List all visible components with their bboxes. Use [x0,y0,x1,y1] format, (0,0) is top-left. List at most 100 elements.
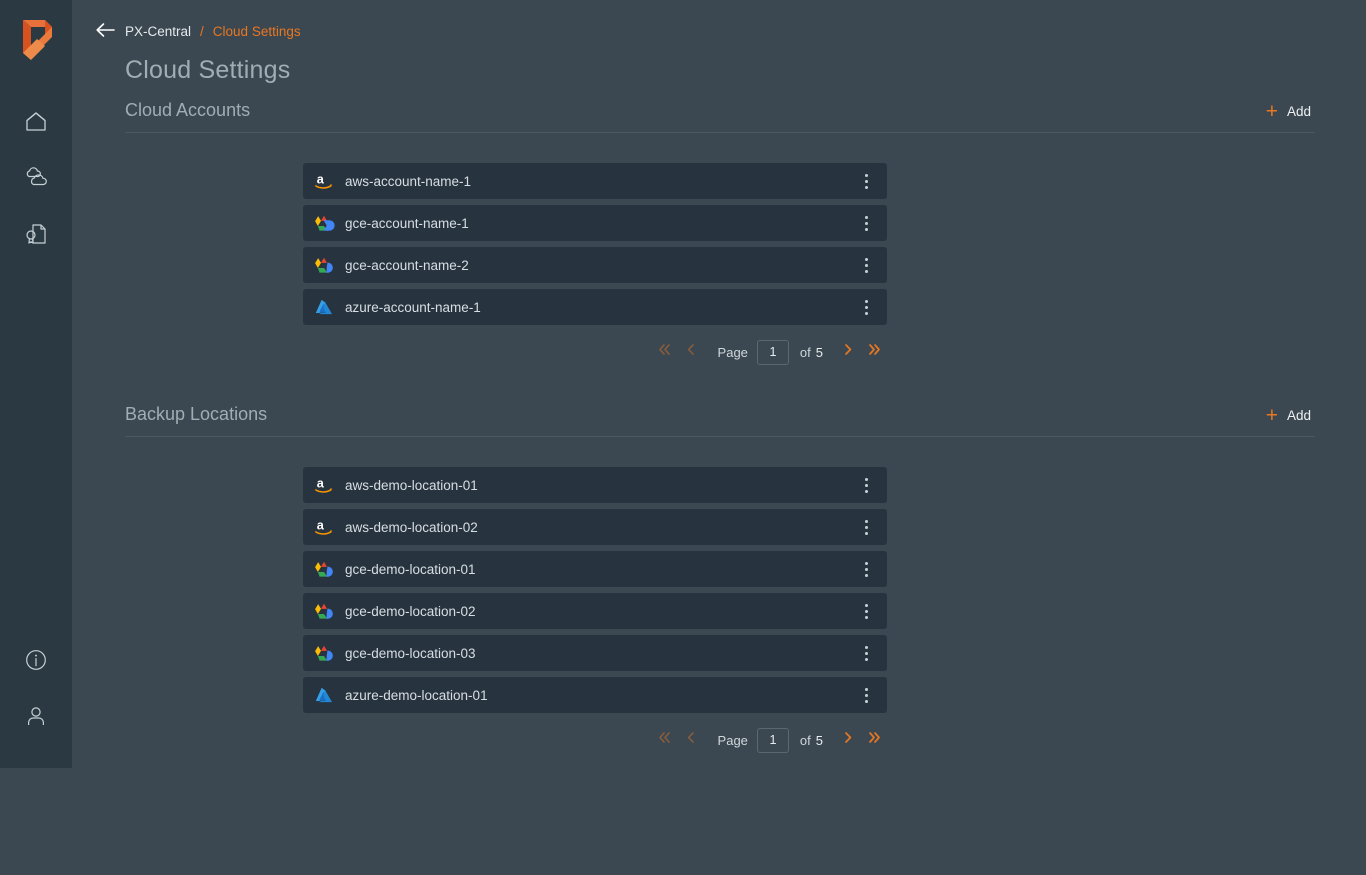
row-actions-menu-icon[interactable] [855,163,877,199]
sidebar-item-home[interactable] [0,94,72,150]
breadcrumb-root[interactable]: PX-Central [125,24,191,39]
azure-icon [303,677,345,713]
back-button[interactable] [95,22,116,41]
chevron-double-right-icon [866,730,883,750]
row-label: azure-demo-location-01 [345,688,488,703]
chevron-right-icon [842,342,855,362]
table-row[interactable]: gce-account-name-2 [303,247,887,283]
row-label: gce-demo-location-01 [345,562,476,577]
of-label: of [800,345,811,360]
gcp-icon [303,205,345,241]
user-account-icon [24,704,48,728]
total-pages: 5 [816,345,823,360]
breadcrumb-current[interactable]: Cloud Settings [213,24,301,39]
row-actions-menu-icon[interactable] [855,509,877,545]
row-label: gce-demo-location-03 [345,646,476,661]
row-actions-menu-icon[interactable] [855,551,877,587]
backup-locations-pagination: Page of 5 [303,723,887,757]
sidebar-nav-top [0,94,72,262]
backup-locations-list: a aws-demo-location-01 a aws-demo-locati… [303,467,887,719]
table-row[interactable]: gce-account-name-1 [303,205,887,241]
row-label: azure-account-name-1 [345,300,481,315]
last-page-button[interactable] [861,725,887,755]
breadcrumb-separator: / [200,24,204,39]
table-row[interactable]: gce-demo-location-03 [303,635,887,671]
row-label: aws-account-name-1 [345,174,471,189]
row-label: aws-demo-location-02 [345,520,478,535]
arrow-left-icon [95,22,116,41]
table-row[interactable]: gce-demo-location-02 [303,593,887,629]
app-root: PX-Central / Cloud Settings Cloud Settin… [0,0,1366,875]
table-row[interactable]: gce-demo-location-01 [303,551,887,587]
portworx-logo[interactable] [12,16,60,64]
add-button-label: Add [1287,104,1311,119]
chevron-right-icon [842,730,855,750]
section-title: Backup Locations [125,404,267,425]
row-label: gce-demo-location-02 [345,604,476,619]
page-label: Page [718,345,748,360]
last-page-button[interactable] [861,337,887,367]
row-label: aws-demo-location-01 [345,478,478,493]
next-page-button[interactable] [835,337,861,367]
chevron-left-icon [684,730,697,750]
row-label: gce-account-name-1 [345,216,469,231]
page-title: Cloud Settings [125,56,290,85]
section-cloud-accounts: Cloud Accounts + Add [125,100,1315,133]
sidebar-item-license[interactable] [0,206,72,262]
row-actions-menu-icon[interactable] [855,593,877,629]
chevron-double-right-icon [866,342,883,362]
plus-icon: + [1266,409,1278,423]
row-label: gce-account-name-2 [345,258,469,273]
row-actions-menu-icon[interactable] [855,677,877,713]
add-button-label: Add [1287,408,1311,423]
svg-text:a: a [317,172,325,187]
cloud-accounts-pagination: Page of 5 [303,335,887,369]
table-row[interactable]: a aws-account-name-1 [303,163,887,199]
gcp-icon [303,551,345,587]
first-page-button[interactable] [652,337,678,367]
plus-icon: + [1266,105,1278,119]
clouds-icon [23,166,49,190]
cloud-accounts-list: a aws-account-name-1 gce-acco [303,163,887,331]
breadcrumb: PX-Central / Cloud Settings [95,22,301,41]
next-page-button[interactable] [835,725,861,755]
table-row[interactable]: azure-account-name-1 [303,289,887,325]
table-row[interactable]: a aws-demo-location-01 [303,467,887,503]
section-header: Cloud Accounts + Add [125,100,1315,133]
page-label: Page [718,733,748,748]
row-actions-menu-icon[interactable] [855,205,877,241]
sidebar-nav-bottom [0,632,72,744]
row-actions-menu-icon[interactable] [855,635,877,671]
section-backup-locations: Backup Locations + Add [125,404,1315,437]
gcp-icon [303,247,345,283]
chevron-double-left-icon [656,730,673,750]
svg-text:a: a [317,518,325,533]
chevron-left-icon [684,342,697,362]
total-pages: 5 [816,733,823,748]
sidebar-item-cloud[interactable] [0,150,72,206]
row-actions-menu-icon[interactable] [855,289,877,325]
aws-icon: a [303,467,345,503]
add-cloud-account-button[interactable]: + Add [1262,102,1315,121]
previous-page-button[interactable] [678,725,704,755]
of-label: of [800,733,811,748]
page-number-input[interactable] [757,340,789,365]
page-number-input[interactable] [757,728,789,753]
svg-text:a: a [317,476,325,491]
first-page-button[interactable] [652,725,678,755]
section-title: Cloud Accounts [125,100,250,121]
table-row[interactable]: a aws-demo-location-02 [303,509,887,545]
home-icon [24,110,48,134]
previous-page-button[interactable] [678,337,704,367]
azure-icon [303,289,345,325]
section-header: Backup Locations + Add [125,404,1315,437]
sidebar-item-info[interactable] [0,632,72,688]
row-actions-menu-icon[interactable] [855,467,877,503]
add-backup-location-button[interactable]: + Add [1262,406,1315,425]
gcp-icon [303,635,345,671]
table-row[interactable]: azure-demo-location-01 [303,677,887,713]
row-actions-menu-icon[interactable] [855,247,877,283]
aws-icon: a [303,163,345,199]
gcp-icon [303,593,345,629]
sidebar-item-account[interactable] [0,688,72,744]
